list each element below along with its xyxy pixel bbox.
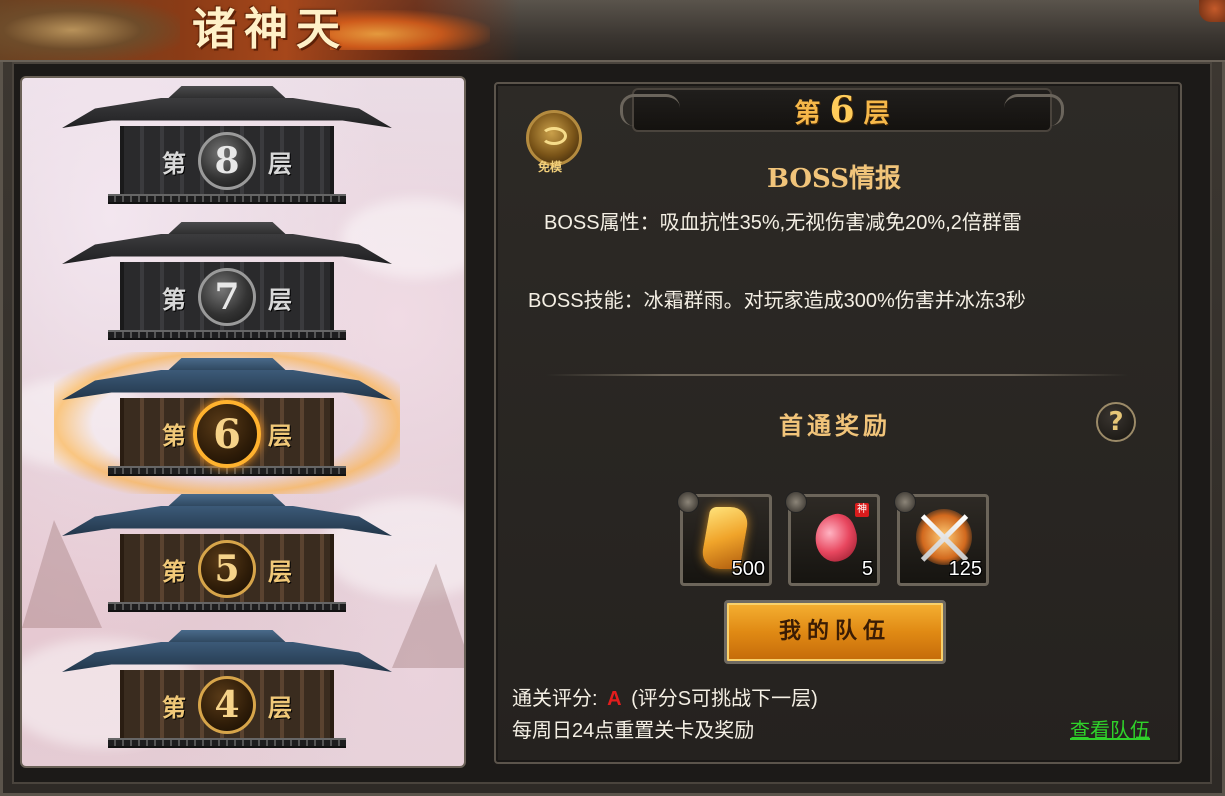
reset-note: 每周日24点重置关卡及奖励 xyxy=(512,720,755,742)
view-team-link[interactable]: 查看队伍 xyxy=(1070,714,1150,743)
pagoda-roof xyxy=(62,370,392,400)
boss-attributes: BOSS属性：吸血抗性35%,无视伤害减免20%,2倍群雷 xyxy=(544,212,1022,234)
floor-header-prefix: 第 xyxy=(794,99,821,129)
section-divider xyxy=(546,374,1128,376)
immunity-seal-label: 免模 xyxy=(538,160,563,174)
floor-header-suffix: 层 xyxy=(863,99,890,129)
reward-quantity: 500 xyxy=(731,558,765,580)
pagoda-roof xyxy=(62,234,392,264)
lock-corner-icon xyxy=(894,491,916,513)
reward-slot[interactable]: 125 xyxy=(894,491,989,586)
floor-suffix: 层 xyxy=(268,693,292,722)
tower-floor-8[interactable]: 第 8 层 xyxy=(62,86,392,216)
reward-slot[interactable]: 神 5 xyxy=(785,491,880,586)
pagoda-roof xyxy=(62,506,392,536)
pagoda-railing xyxy=(108,330,346,340)
lock-corner-icon xyxy=(677,491,699,513)
reward-quantity: 125 xyxy=(948,558,982,580)
floor-header-number: 6 xyxy=(829,89,855,131)
red-gem-icon xyxy=(808,509,864,567)
floor-prefix: 第 xyxy=(162,421,186,450)
pagoda-railing xyxy=(108,194,346,204)
floor-number-badge: 7 xyxy=(198,268,256,326)
swirl-icon xyxy=(541,127,567,145)
floor-prefix: 第 xyxy=(162,693,186,722)
pagoda-roof xyxy=(62,98,392,128)
divine-tag: 神 xyxy=(855,503,869,517)
my-team-button[interactable]: 我的队伍 xyxy=(724,600,946,664)
floor-number-badge: 6 xyxy=(193,400,261,468)
tower-floor-6[interactable]: 第 6 层 xyxy=(54,352,400,494)
first-clear-reward-title: 首通奖励 xyxy=(779,411,891,440)
pagoda-roof xyxy=(62,642,392,672)
floor-prefix: 第 xyxy=(162,557,186,586)
close-icon[interactable] xyxy=(1199,0,1225,22)
tower-floor-5[interactable]: 第 5 层 xyxy=(62,494,392,624)
title-bar: 诸神天 xyxy=(0,0,1225,62)
floor-header-title: 第 6 层 xyxy=(632,88,1052,132)
pagoda-railing xyxy=(108,602,346,612)
reward-quantity: 5 xyxy=(861,558,873,580)
floor-suffix: 层 xyxy=(268,285,292,314)
dragon-ornament-icon xyxy=(0,0,180,60)
reward-slot[interactable]: 500 xyxy=(677,491,772,586)
floor-suffix: 层 xyxy=(268,557,292,586)
floor-prefix: 第 xyxy=(162,149,186,178)
clear-rating: 通关评分: A (评分S可挑战下一层) xyxy=(512,682,818,711)
boss-info-title: BOSS情报 xyxy=(766,164,902,194)
flame-ornament-icon xyxy=(330,10,490,50)
help-icon[interactable]: ? xyxy=(1096,402,1136,442)
boss-skill: BOSS技能：冰霜群雨。对玩家造成300%伤害并冰冻3秒 xyxy=(528,290,1026,312)
pagoda-railing xyxy=(108,738,346,748)
window-title: 诸神天 xyxy=(192,4,348,55)
crossed-swords-icon xyxy=(916,509,972,565)
floor-suffix: 层 xyxy=(268,421,292,450)
rating-grade: A xyxy=(607,688,622,710)
floor-prefix: 第 xyxy=(162,285,186,314)
floor-number-badge: 4 xyxy=(198,676,256,734)
tower-floor-4[interactable]: 第 4 层 xyxy=(62,630,392,760)
rating-label: 通关评分: xyxy=(512,688,598,710)
floor-number-badge: 5 xyxy=(198,540,256,598)
lock-corner-icon xyxy=(785,491,807,513)
floor-number-badge: 8 xyxy=(198,132,256,190)
rating-note: (评分S可挑战下一层) xyxy=(631,688,818,710)
floor-suffix: 层 xyxy=(268,149,292,178)
tower-floor-7[interactable]: 第 7 层 xyxy=(62,222,392,352)
